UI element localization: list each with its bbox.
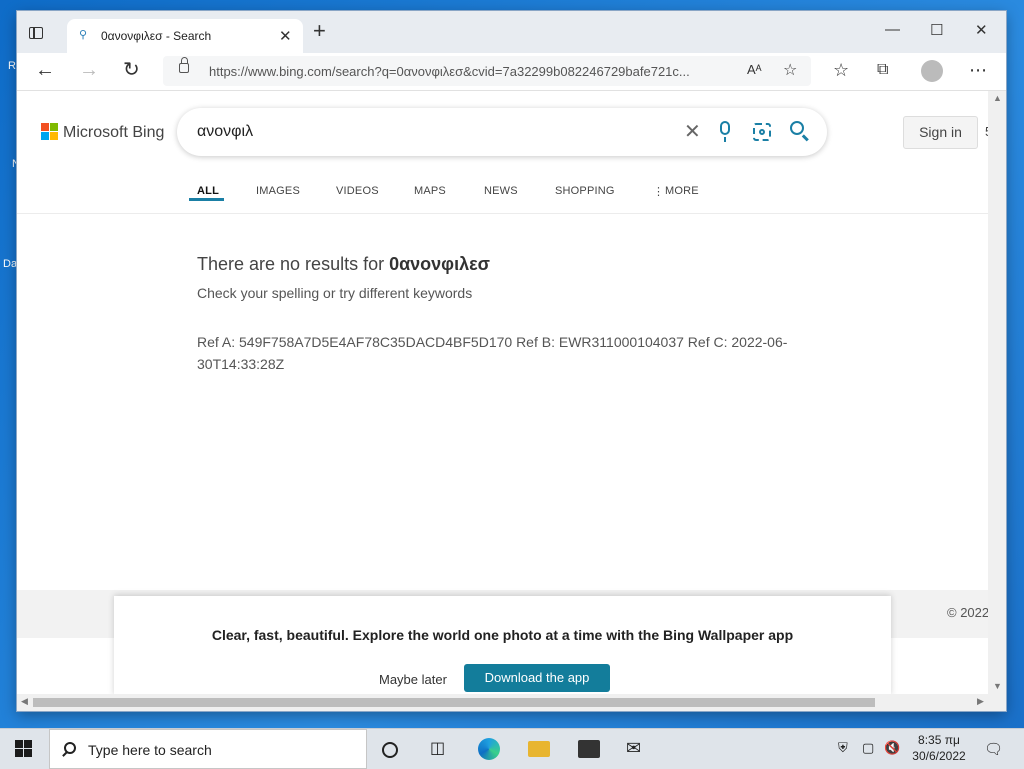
search-favicon-icon: ⚲	[79, 29, 88, 41]
clock-time: 8:35 πμ	[918, 733, 960, 747]
close-window-icon[interactable]: ✕	[975, 21, 988, 39]
tab-news[interactable]: NEWS	[484, 185, 518, 197]
desktop-icon-label[interactable]: Da	[3, 258, 17, 270]
browser-window: ⚲ 0ανονφιλεσ - Search ✕ + — ☐ ✕ ← → ↻ ht…	[17, 11, 1006, 711]
store-icon[interactable]	[578, 740, 600, 758]
tab-images[interactable]: IMAGES	[256, 185, 300, 197]
no-results-hint: Check your spelling or try different key…	[197, 285, 473, 301]
scroll-down-icon[interactable]: ▼	[993, 681, 1002, 691]
edge-icon[interactable]	[478, 738, 500, 760]
taskbar-search[interactable]: Type here to search	[49, 729, 367, 769]
security-icon[interactable]: ⛨	[838, 740, 848, 756]
title-bar: ⚲ 0ανονφιλεσ - Search ✕ + — ☐ ✕	[17, 11, 1006, 53]
maximize-icon[interactable]: ☐	[930, 21, 943, 39]
visual-search-icon[interactable]	[753, 123, 771, 141]
maybe-later-button[interactable]: Maybe later	[379, 672, 447, 687]
browser-tab[interactable]: ⚲ 0ανονφιλεσ - Search ✕	[67, 19, 303, 53]
file-explorer-icon[interactable]	[528, 741, 550, 757]
horizontal-scrollbar[interactable]: ◀ ▶	[17, 694, 1006, 711]
scroll-left-icon[interactable]: ◀	[21, 696, 28, 707]
windows-start-icon[interactable]	[15, 740, 32, 757]
tab-actions-icon[interactable]	[29, 27, 43, 39]
scroll-right-icon[interactable]: ▶	[977, 696, 984, 707]
logo-square	[50, 123, 58, 131]
back-icon[interactable]: ←	[35, 59, 55, 81]
cortana-icon[interactable]	[382, 742, 398, 758]
new-tab-icon[interactable]: +	[313, 20, 326, 42]
vertical-scrollbar[interactable]: ▲ ▼	[988, 91, 1006, 694]
search-nav: ALL IMAGES VIDEOS MAPS NEWS SHOPPING ⋮ M…	[17, 183, 988, 214]
active-tab-indicator	[189, 198, 224, 201]
desktop-icon-label[interactable]: R	[8, 60, 16, 72]
tab-title: 0ανονφιλεσ - Search	[101, 29, 212, 43]
taskbar-search-placeholder[interactable]: Type here to search	[88, 742, 212, 758]
reference-text: Ref A: 549F758A7D5E4AF78C35DACD4BF5D170 …	[197, 334, 788, 372]
address-bar[interactable]: https://www.bing.com/search?q=0ανονφιλεσ…	[163, 56, 811, 86]
tab-videos[interactable]: VIDEOS	[336, 185, 379, 197]
promo-text: Clear, fast, beautiful. Explore the worl…	[211, 627, 794, 643]
footer-copyright: © 2022	[947, 605, 988, 620]
search-box[interactable]: ανονφιλ ✕	[177, 108, 827, 156]
logo-square	[41, 132, 49, 140]
logo-square	[50, 132, 58, 140]
notifications-icon[interactable]: 🗨	[984, 740, 1003, 758]
more-menu-icon[interactable]: ⋯	[969, 59, 987, 81]
logo-text: Microsoft Bing	[63, 124, 165, 141]
microphone-icon[interactable]	[720, 121, 730, 142]
clock-date: 30/6/2022	[912, 749, 966, 763]
url-text[interactable]: https://www.bing.com/search?q=0ανονφιλεσ…	[209, 64, 690, 79]
browser-toolbar: ← → ↻ https://www.bing.com/search?q=0ανο…	[17, 53, 1006, 91]
taskbar: Type here to search ◫ ✉ ⛨ ▢ 🔇 8:35 πμ 30…	[0, 728, 1024, 769]
download-app-button[interactable]: Download the app	[464, 664, 610, 692]
minimize-icon[interactable]: —	[885, 21, 900, 38]
clock[interactable]: 8:35 πμ 30/6/2022	[906, 732, 972, 764]
page-content: Microsoft Bing ανονφιλ ✕ Sign in 5 ALL I…	[17, 91, 988, 694]
clear-icon[interactable]: ✕	[684, 119, 701, 144]
task-view-icon[interactable]: ◫	[430, 738, 452, 760]
no-results-query: 0ανονφιλεσ	[389, 254, 490, 274]
tab-maps[interactable]: MAPS	[414, 185, 446, 197]
logo-square	[41, 123, 49, 131]
no-results-prefix: There are no results for	[197, 254, 390, 274]
volume-muted-icon[interactable]: 🔇	[884, 740, 900, 756]
tab-shopping[interactable]: SHOPPING	[555, 185, 615, 197]
add-favorite-icon[interactable]: ☆	[783, 60, 797, 80]
wallpaper-promo-banner: Clear, fast, beautiful. Explore the worl…	[114, 596, 891, 694]
profile-avatar[interactable]	[921, 60, 943, 82]
search-icon	[64, 742, 76, 754]
tab-close-icon[interactable]: ✕	[279, 27, 292, 45]
tab-all[interactable]: ALL	[197, 185, 219, 197]
more-dots-icon[interactable]: ⋮	[653, 185, 664, 198]
tab-more[interactable]: MORE	[665, 185, 699, 197]
collections-icon[interactable]: ⧉	[877, 59, 888, 81]
favorites-icon[interactable]: ☆	[833, 59, 849, 81]
refresh-icon[interactable]: ↻	[123, 59, 140, 81]
lock-icon[interactable]	[179, 57, 189, 73]
scroll-up-icon[interactable]: ▲	[993, 93, 1002, 103]
microsoft-logo-icon	[41, 123, 59, 141]
search-input[interactable]: ανονφιλ	[197, 123, 253, 141]
network-icon[interactable]: ▢	[862, 740, 874, 756]
read-aloud-icon[interactable]: Aᴬ	[747, 62, 762, 77]
sign-in-button[interactable]: Sign in	[903, 116, 978, 149]
no-results-title: There are no results for 0ανονφιλεσ	[197, 254, 490, 275]
forward-icon[interactable]: →	[79, 59, 99, 81]
search-icon[interactable]	[790, 121, 804, 135]
mail-icon[interactable]: ✉	[626, 738, 648, 760]
scroll-thumb[interactable]	[33, 698, 875, 707]
